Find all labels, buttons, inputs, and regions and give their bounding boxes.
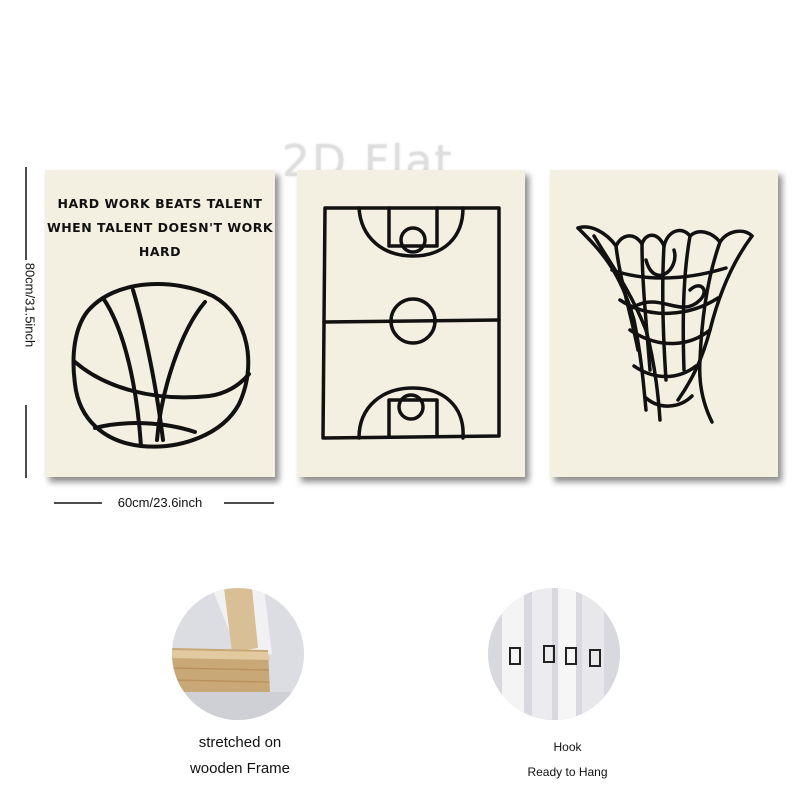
hook-photo — [488, 588, 620, 720]
height-label: 80cm/31.5inch — [22, 262, 38, 348]
hook-caption-line: Ready to Hang — [527, 765, 608, 779]
basketball-icon — [71, 282, 251, 449]
hook-caption-line: Hook — [553, 740, 582, 754]
wooden-frame-icon — [172, 588, 304, 720]
basketball-court-icon — [321, 206, 501, 440]
poster-basketball: HARD WORK BEATS TALENT WHEN TALENT DOESN… — [45, 170, 275, 477]
height-dimension: 80cm/31.5inch — [15, 262, 45, 348]
hook-caption: Hook Ready to Hang — [490, 735, 645, 785]
poster-net — [550, 170, 778, 477]
frame-caption-line: wooden Frame — [189, 760, 291, 777]
frame-caption: stretched on wooden Frame — [160, 730, 320, 782]
basketball-net-icon — [576, 225, 754, 424]
frame-caption-line: stretched on — [198, 734, 282, 751]
hook-icon — [488, 588, 620, 720]
wooden-frame-photo — [172, 588, 304, 720]
poster-court — [297, 170, 525, 477]
width-label: 60cm/23.6inch — [117, 495, 203, 510]
